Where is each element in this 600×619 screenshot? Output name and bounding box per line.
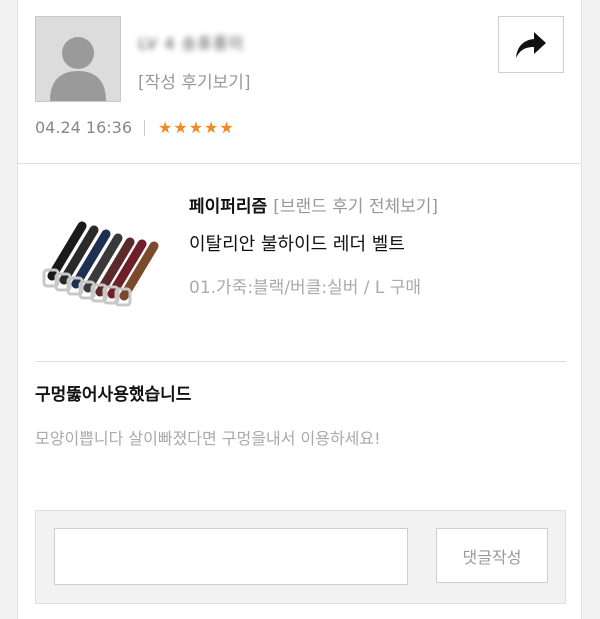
username: LV 4 송휴롱미	[138, 34, 245, 53]
product-option: 01.가죽:블랙/버클:실버 / L 구매	[189, 278, 422, 298]
brand-row: 페이퍼리즘 [브랜드 후기 전체보기]	[189, 192, 438, 217]
brand-reviews-link[interactable]: [브랜드 후기 전체보기]	[273, 197, 438, 217]
review-body: 모양이쁩니다 살이빠졌다면 구멍을내서 이용하세요!	[35, 429, 381, 448]
comment-form: 댓글작성	[35, 510, 566, 604]
review-title: 구멍뚫어사용했습니드	[35, 385, 192, 405]
belt-product-icon	[42, 221, 159, 307]
divider	[35, 361, 566, 362]
user-silhouette-icon	[36, 17, 120, 101]
review-date: 04.24 16:36	[35, 118, 132, 137]
review-card: LV 4 송휴롱미 [작성 후기보기] 04.24 16:36 ★★★★★ 페이…	[17, 0, 582, 619]
meta-separator	[144, 119, 145, 136]
comment-submit-button[interactable]: 댓글작성	[436, 528, 548, 583]
brand-name[interactable]: 페이퍼리즘	[189, 197, 267, 217]
comment-input[interactable]	[54, 528, 408, 585]
star-rating: ★★★★★	[158, 118, 235, 137]
product-name[interactable]: 이탈리안 불하이드 레더 벨트	[189, 230, 405, 256]
share-arrow-icon	[516, 31, 546, 58]
review-meta: 04.24 16:36 ★★★★★	[35, 118, 235, 137]
view-reviews-link[interactable]: [작성 후기보기]	[138, 68, 251, 93]
share-button[interactable]	[498, 16, 564, 73]
avatar	[35, 16, 121, 102]
divider	[18, 163, 581, 164]
product-image[interactable]	[36, 198, 170, 308]
